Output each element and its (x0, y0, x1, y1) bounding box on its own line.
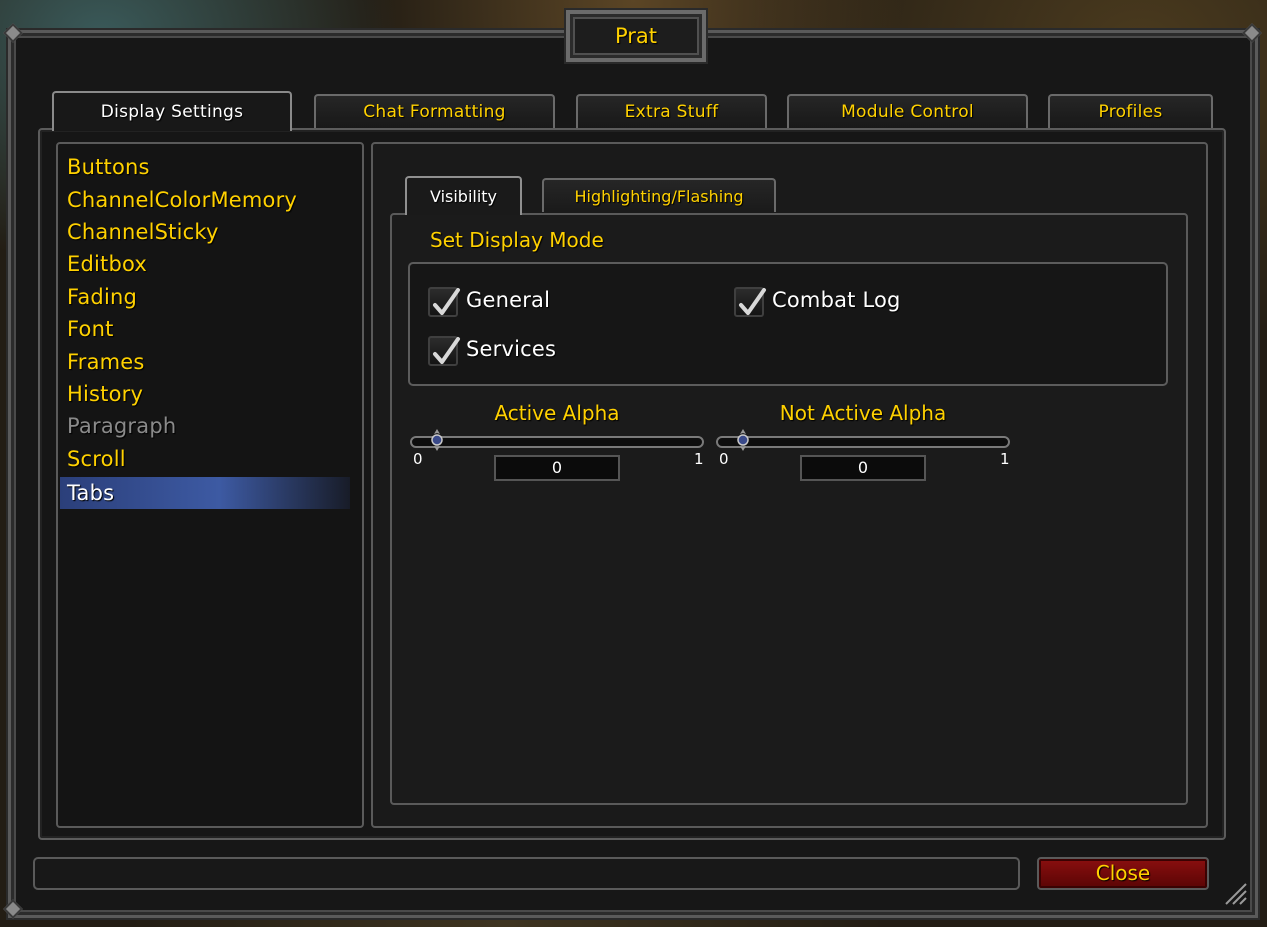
combat-log-checkbox-label[interactable]: Combat Log (772, 288, 901, 312)
not-active-alpha-slider-thumb[interactable] (736, 429, 750, 451)
module-item-buttons[interactable]: Buttons (60, 151, 350, 183)
tab-profiles[interactable]: Profiles (1048, 94, 1213, 128)
checkmark-icon (739, 288, 766, 315)
active-alpha-min: 0 (413, 450, 423, 468)
display-mode-group (408, 262, 1168, 386)
not-active-alpha-label: Not Active Alpha (779, 401, 947, 425)
close-button[interactable]: Close (1037, 857, 1209, 890)
display-mode-heading: Set Display Mode (430, 228, 604, 252)
module-item-channelsticky[interactable]: ChannelSticky (60, 216, 350, 248)
tab-visibility[interactable]: Visibility (405, 176, 522, 215)
services-checkbox[interactable] (428, 336, 460, 366)
module-item-channelcolormemory[interactable]: ChannelColorMemory (60, 184, 350, 216)
general-checkbox[interactable] (428, 287, 460, 317)
module-item-editbox[interactable]: Editbox (60, 248, 350, 280)
general-checkbox-label[interactable]: General (466, 288, 550, 312)
checkmark-icon (433, 337, 460, 364)
module-item-tabs[interactable]: Tabs (60, 477, 350, 509)
status-bar (33, 857, 1020, 890)
module-item-fading[interactable]: Fading (60, 281, 350, 313)
not-active-alpha-min: 0 (719, 450, 729, 468)
module-item-font[interactable]: Font (60, 313, 350, 345)
module-item-history[interactable]: History (60, 378, 350, 410)
tab-extra-stuff[interactable]: Extra Stuff (576, 94, 767, 128)
services-checkbox-label[interactable]: Services (466, 337, 556, 361)
combat-log-checkbox[interactable] (734, 287, 766, 317)
active-alpha-max: 1 (694, 450, 704, 468)
module-item-scroll[interactable]: Scroll (60, 443, 350, 475)
checkmark-icon (433, 288, 460, 315)
tab-display-settings[interactable]: Display Settings (52, 91, 292, 131)
module-item-paragraph[interactable]: Paragraph (60, 410, 350, 442)
tab-module-control[interactable]: Module Control (787, 94, 1028, 128)
active-alpha-slider-thumb[interactable] (430, 429, 444, 451)
window-title-plate[interactable]: Prat (566, 10, 706, 62)
not-active-alpha-value-input[interactable]: 0 (800, 455, 926, 481)
tab-chat-formatting[interactable]: Chat Formatting (314, 94, 555, 128)
active-alpha-slider[interactable] (410, 436, 704, 448)
active-alpha-value-input[interactable]: 0 (494, 455, 620, 481)
window-title: Prat (614, 24, 658, 48)
tab-highlighting-flashing[interactable]: Highlighting/Flashing (542, 178, 776, 212)
resize-grip-icon[interactable] (1222, 880, 1248, 906)
not-active-alpha-max: 1 (1000, 450, 1010, 468)
module-item-frames[interactable]: Frames (60, 346, 350, 378)
not-active-alpha-slider[interactable] (716, 436, 1010, 448)
active-alpha-label: Active Alpha (494, 401, 620, 425)
